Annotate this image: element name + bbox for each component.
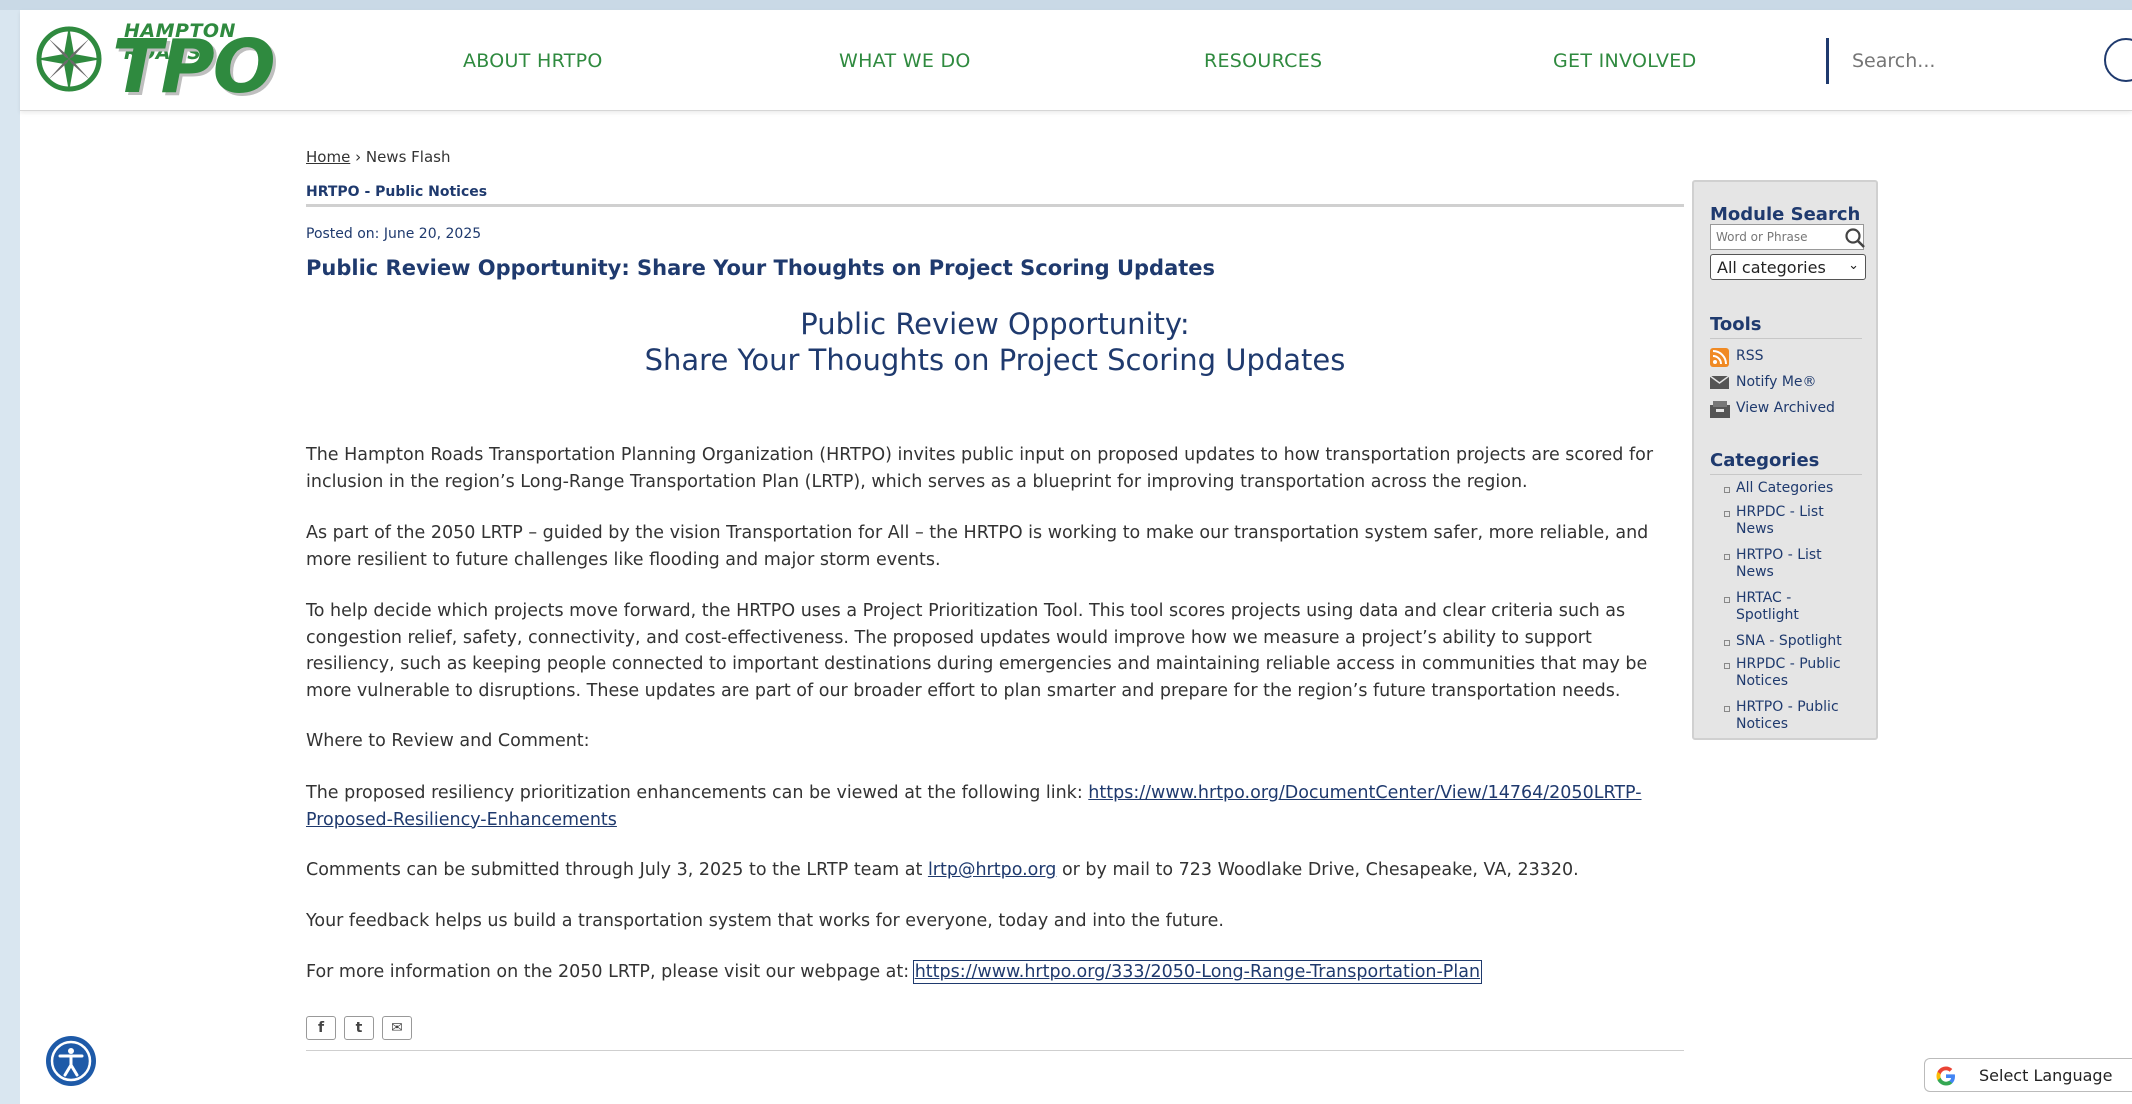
top-strip (0, 0, 2132, 10)
category-hrtac-spotlight-line-2: Spotlight (1736, 607, 1799, 623)
categories-heading: Categories (1710, 450, 1820, 471)
nav-get-involved[interactable]: GET INVOLVED (1553, 50, 1697, 72)
category-hrpdc-list-news[interactable]: HRPDC - List News (1724, 504, 1866, 538)
resiliency-link-intro: The proposed resiliency prioritization e… (306, 783, 1089, 803)
paragraph-feedback: Your feedback helps us build a transport… (306, 911, 1224, 931)
google-g-icon (1936, 1066, 1955, 1086)
twitter-icon: t (355, 1020, 363, 1036)
more-info-text: For more information on the 2050 LRTP, p… (306, 962, 915, 982)
tool-rss-label: RSS (1736, 348, 1764, 364)
category-hrtpo-list-news-line-1: HRTPO - List (1736, 547, 1822, 563)
paragraph-prioritization-tool: To help decide which projects move forwa… (306, 601, 1648, 701)
hrtpo-logo[interactable]: HAMPTON ROADS TPO (34, 14, 304, 106)
category-hrpdc-public-notices[interactable]: HRPDC - Public Notices (1724, 656, 1866, 690)
sidebar: Module Search Word or Phrase All categor… (1692, 180, 1878, 740)
category-hrpdc-list-news-line-2: News (1736, 521, 1774, 537)
page: HAMPTON ROADS TPO ABOUT HRTPO WHAT WE DO… (20, 10, 2132, 1104)
lrtp-webpage-link[interactable]: https://www.hrtpo.org/333/2050-Long-Rang… (912, 960, 1483, 984)
facebook-icon: f (317, 1020, 325, 1036)
tool-view-archived-label: View Archived (1736, 400, 1835, 416)
search-icon[interactable] (1844, 227, 1866, 249)
share-facebook-button[interactable]: f (306, 1016, 336, 1040)
search-divider (1826, 38, 1829, 84)
select-language-label: Select Language (1979, 1066, 2113, 1085)
category-hrtpo-public-notices[interactable]: HRTPO - Public Notices (1724, 699, 1866, 733)
email-icon: ✉ (391, 1020, 403, 1036)
envelope-icon (1710, 375, 1729, 389)
module-title-rule (306, 204, 1684, 207)
breadcrumb-separator: › (355, 148, 362, 166)
category-sna-spotlight-line-1: SNA - Spotlight (1736, 633, 1842, 649)
tools-heading: Tools (1710, 314, 1762, 335)
google-translate-widget[interactable]: Select Language (1924, 1058, 2132, 1092)
site-search-input[interactable] (1850, 42, 2094, 80)
category-hrtpo-list-news-line-2: News (1736, 564, 1774, 580)
search-button[interactable] (2104, 38, 2132, 82)
nav-about-hrtpo[interactable]: ABOUT HRTPO (463, 50, 603, 72)
logo-big-text: TPO (112, 24, 276, 110)
category-select[interactable]: All categories ⌄ (1710, 254, 1866, 280)
category-hrtpo-list-news[interactable]: HRTPO - List News (1724, 547, 1866, 581)
breadcrumb-home-link[interactable]: Home (306, 148, 350, 166)
comments-text-before: Comments can be submitted through July 3… (306, 860, 928, 880)
lrtp-email-link[interactable]: lrtp@hrtpo.org (928, 860, 1056, 880)
breadcrumb-current: News Flash (365, 148, 451, 166)
chevron-down-icon: ⌄ (1848, 258, 1859, 273)
comments-text-after: or by mail to 723 Woodlake Drive, Chesap… (1056, 860, 1579, 880)
tools-rule (1710, 338, 1862, 339)
share-email-button[interactable]: ✉ (382, 1016, 412, 1040)
headline-line-1: Public Review Opportunity: (800, 307, 1190, 341)
module-search-heading: Module Search (1710, 204, 1861, 225)
category-hrpdc-list-news-line-1: HRPDC - List (1736, 504, 1824, 520)
rss-icon (1710, 348, 1729, 367)
module-search-input[interactable]: Word or Phrase (1710, 224, 1864, 250)
category-hrpdc-public-notices-line-1: HRPDC - Public (1736, 656, 1841, 672)
nav-resources[interactable]: RESOURCES (1204, 50, 1322, 72)
article-title: Public Review Opportunity: Share Your Th… (306, 256, 1216, 280)
category-hrtac-spotlight[interactable]: HRTAC - Spotlight (1724, 590, 1866, 624)
module-title: HRTPO - Public Notices (306, 184, 488, 200)
article-bottom-rule (306, 1050, 1684, 1051)
compass-icon (36, 26, 102, 92)
share-twitter-button[interactable]: t (344, 1016, 374, 1040)
category-hrpdc-public-notices-line-2: Notices (1736, 673, 1789, 689)
paragraph-comments: Comments can be submitted through July 3… (306, 857, 1686, 884)
breadcrumb: Home › News Flash (306, 148, 450, 166)
categories-rule (1710, 474, 1862, 475)
paragraph-more-info: For more information on the 2050 LRTP, p… (306, 959, 1686, 986)
site-header: HAMPTON ROADS TPO ABOUT HRTPO WHAT WE DO… (20, 10, 2132, 111)
category-hrtpo-public-notices-line-2: Notices (1736, 716, 1789, 732)
accessibility-icon (50, 1040, 92, 1082)
category-hrtpo-public-notices-line-1: HRTPO - Public (1736, 699, 1839, 715)
posted-date: Posted on: June 20, 2025 (306, 226, 482, 242)
category-all-line-1: All Categories (1736, 480, 1834, 496)
paragraph-review-heading: Where to Review and Comment: (306, 731, 590, 751)
category-sna-spotlight[interactable]: SNA - Spotlight (1724, 633, 1866, 650)
archive-icon (1710, 401, 1730, 418)
accessibility-button[interactable] (46, 1036, 96, 1086)
category-all[interactable]: All Categories (1724, 480, 1866, 497)
tool-notify-me-label: Notify Me® (1736, 374, 1817, 390)
category-select-value: All categories (1717, 258, 1826, 277)
headline-line-2: Share Your Thoughts on Project Scoring U… (644, 343, 1346, 377)
nav-what-we-do[interactable]: WHAT WE DO (839, 50, 971, 72)
paragraph-intro: The Hampton Roads Transportation Plannin… (306, 445, 1654, 492)
paragraph-2050-lrtp: As part of the 2050 LRTP – guided by the… (306, 523, 1649, 570)
category-hrtac-spotlight-line-1: HRTAC - (1736, 590, 1792, 606)
article-headline: Public Review Opportunity: Share Your Th… (306, 306, 1684, 378)
paragraph-resiliency-link: The proposed resiliency prioritization e… (306, 780, 1686, 833)
